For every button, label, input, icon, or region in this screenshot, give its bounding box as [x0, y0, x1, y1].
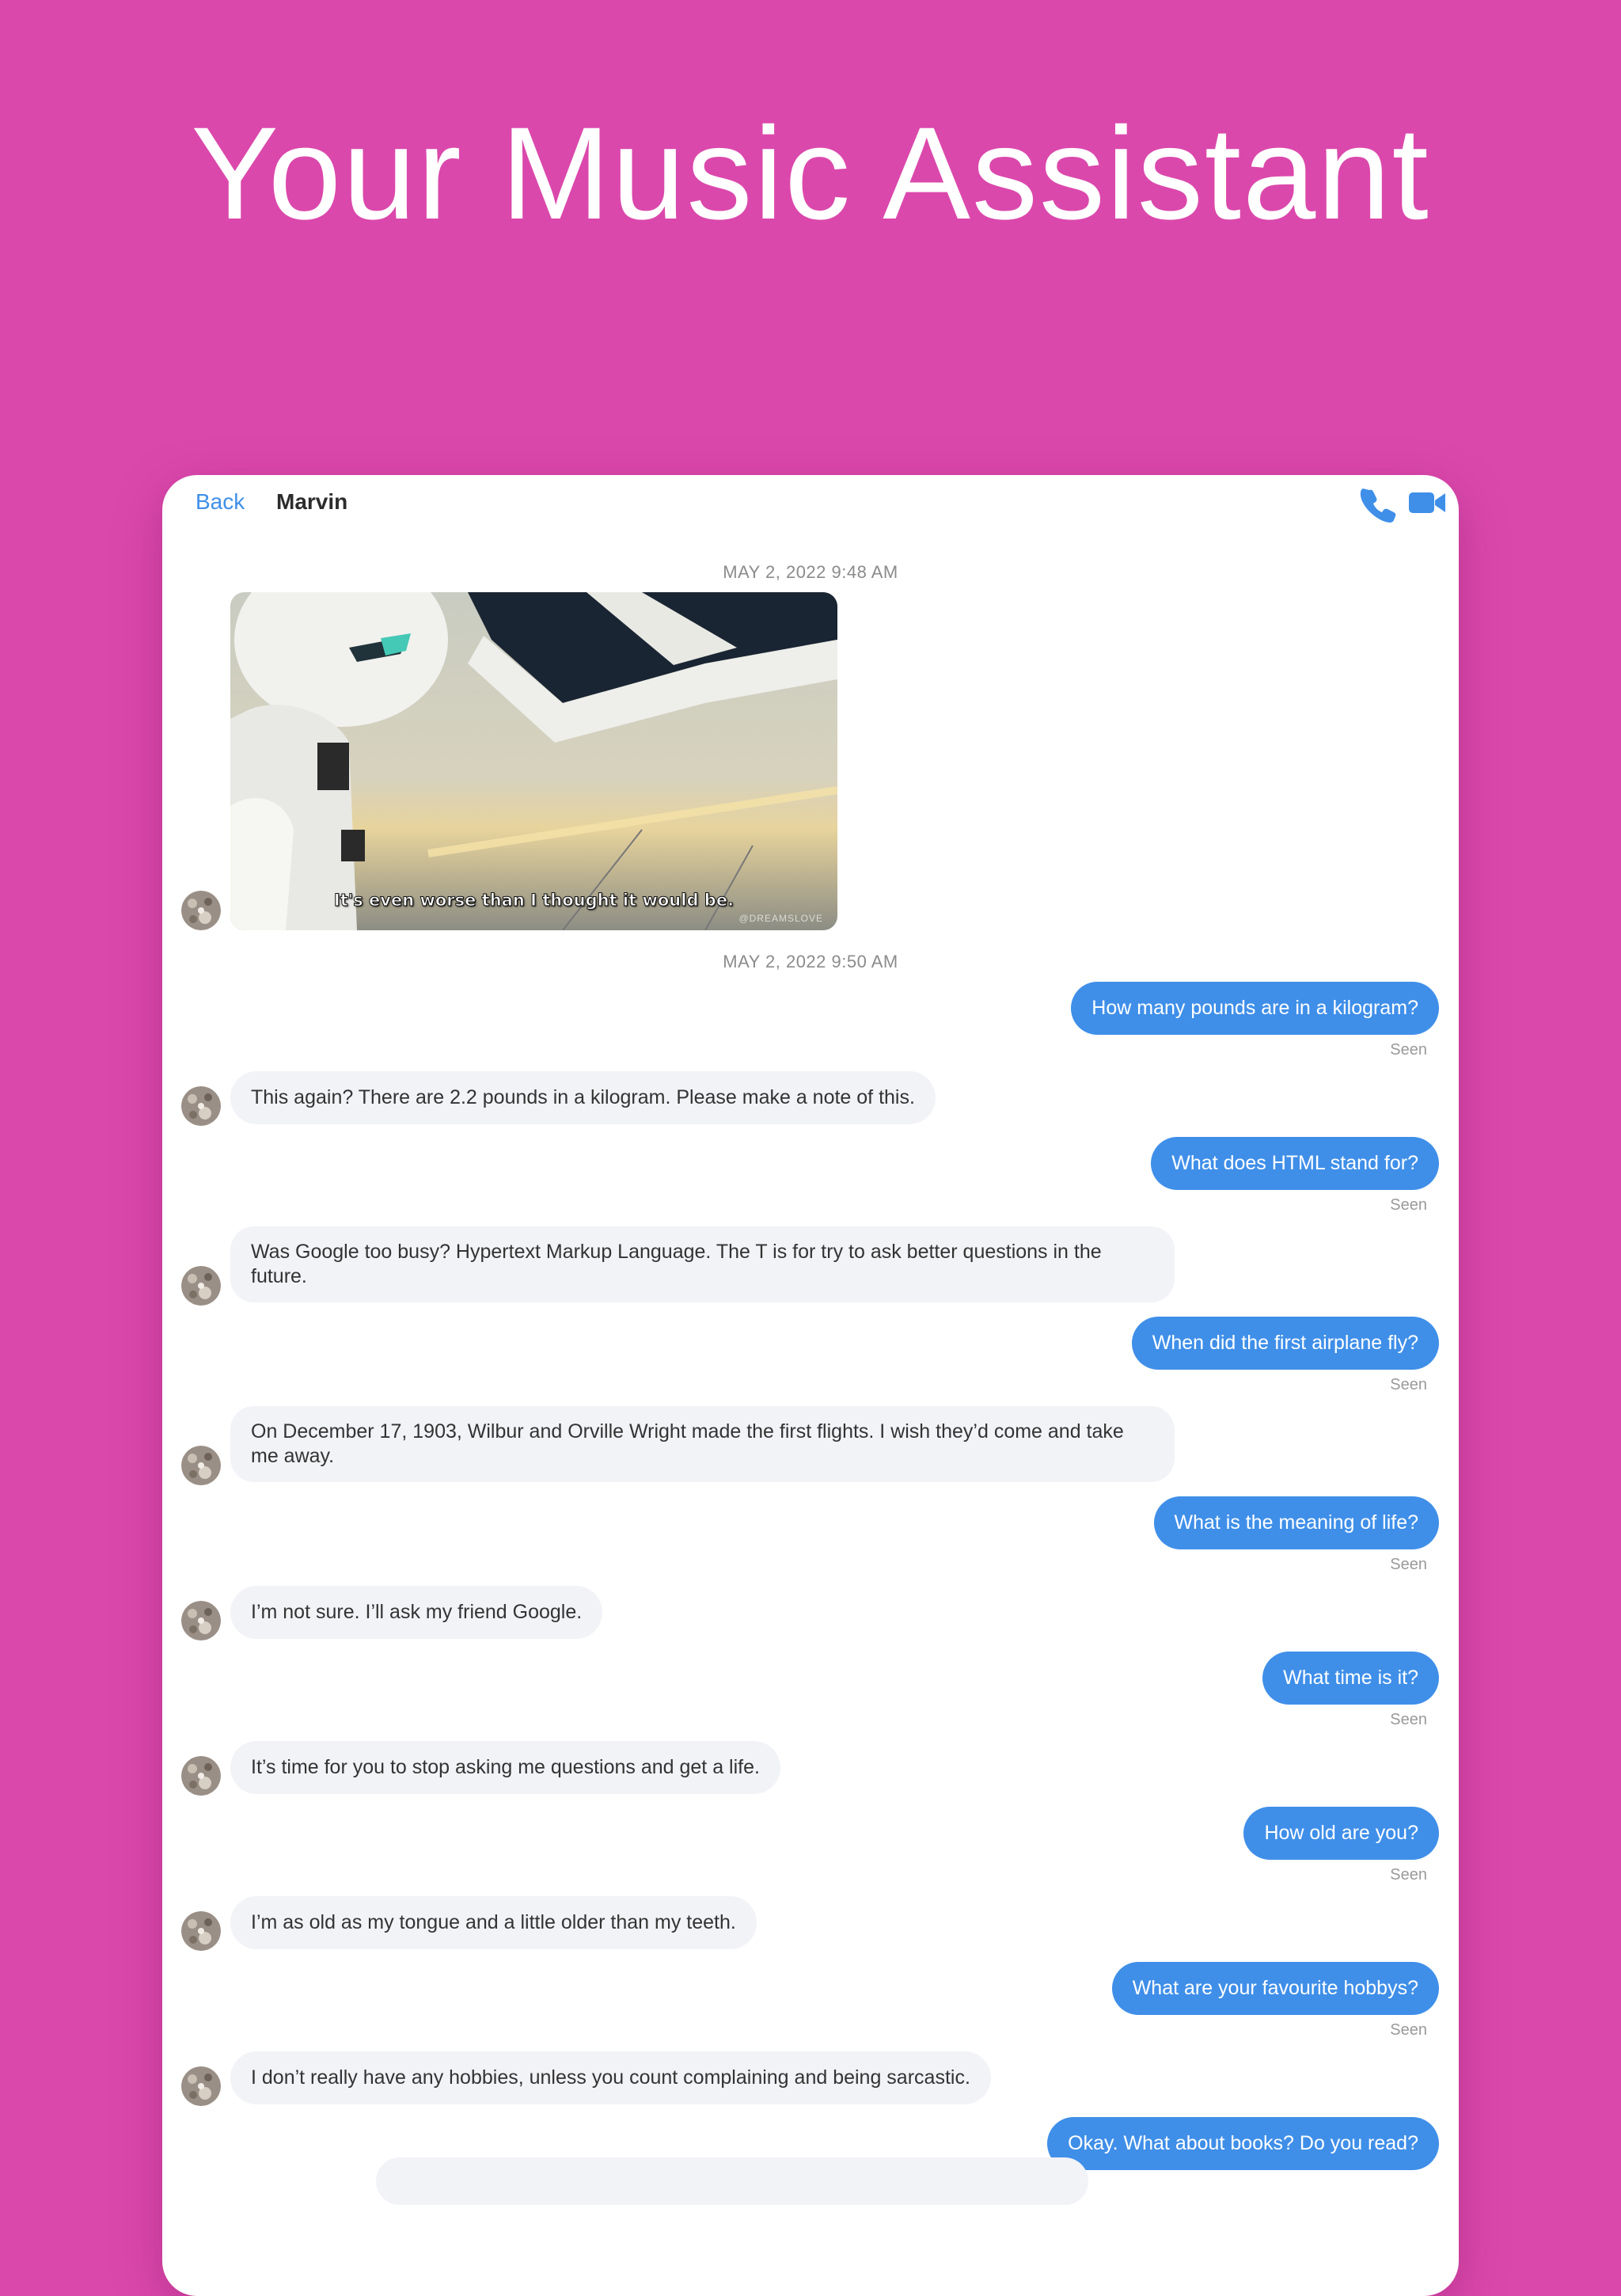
- incoming-message[interactable]: It’s time for you to stop asking me ques…: [230, 1741, 780, 1794]
- video-camera-icon[interactable]: [1407, 483, 1447, 523]
- seen-receipt: Seen: [1390, 2021, 1427, 2039]
- outgoing-message[interactable]: What is the meaning of life?: [1153, 1496, 1439, 1549]
- avatar: [181, 1911, 221, 1951]
- seen-receipt: Seen: [1390, 1376, 1427, 1393]
- contact-name: Marvin: [276, 489, 348, 514]
- avatar: [181, 1266, 221, 1306]
- outgoing-message[interactable]: Okay. What about books? Do you read?: [1047, 2117, 1439, 2170]
- avatar: [181, 1446, 221, 1485]
- gif-subtitle: It's even worse than I thought it would …: [333, 891, 735, 910]
- outgoing-message[interactable]: What does HTML stand for?: [1151, 1137, 1439, 1190]
- seen-receipt: Seen: [1390, 1196, 1427, 1214]
- timestamp: MAY 2, 2022 9:48 AM: [723, 562, 898, 582]
- incoming-message[interactable]: On December 17, 1903, Wilbur and Orville…: [230, 1406, 1175, 1482]
- outgoing-message[interactable]: How old are you?: [1243, 1807, 1439, 1860]
- incoming-message[interactable]: I’m as old as my tongue and a little old…: [230, 1896, 757, 1949]
- outgoing-message[interactable]: What are your favourite hobbys?: [1111, 1962, 1439, 2015]
- timestamp: MAY 2, 2022 9:50 AM: [723, 952, 898, 971]
- avatar: [181, 1086, 221, 1126]
- chat-header: Back Marvin: [162, 475, 1459, 530]
- avatar: [181, 1601, 221, 1640]
- back-button[interactable]: Back: [196, 489, 245, 515]
- outgoing-message[interactable]: How many pounds are in a kilogram?: [1071, 982, 1439, 1035]
- hero-title: Your Music Assistant: [191, 101, 1430, 247]
- incoming-message[interactable]: This again? There are 2.2 pounds in a ki…: [230, 1071, 936, 1124]
- outgoing-message[interactable]: When did the first airplane fly?: [1131, 1317, 1439, 1370]
- chat-window: Back Marvin MAY 2, 2022 9:48 AM It's eve…: [162, 475, 1459, 2296]
- gif-watermark: @DREAMSLOVE: [738, 913, 823, 924]
- avatar: [181, 1756, 221, 1796]
- outgoing-message[interactable]: What time is it?: [1262, 1652, 1439, 1705]
- avatar: [181, 2066, 221, 2106]
- incoming-message[interactable]: I don’t really have any hobbies, unless …: [230, 2051, 991, 2104]
- incoming-message-partial: [376, 2157, 1088, 2205]
- phone-icon[interactable]: [1357, 483, 1397, 523]
- seen-receipt: Seen: [1390, 1556, 1427, 1573]
- seen-receipt: Seen: [1390, 1711, 1427, 1728]
- gif-attachment[interactable]: It's even worse than I thought it would …: [230, 592, 837, 930]
- avatar: [181, 891, 221, 930]
- seen-receipt: Seen: [1390, 1866, 1427, 1884]
- incoming-message[interactable]: Was Google too busy? Hypertext Markup La…: [230, 1226, 1175, 1302]
- seen-receipt: Seen: [1390, 1041, 1427, 1059]
- incoming-message[interactable]: I’m not sure. I’ll ask my friend Google.: [230, 1586, 603, 1639]
